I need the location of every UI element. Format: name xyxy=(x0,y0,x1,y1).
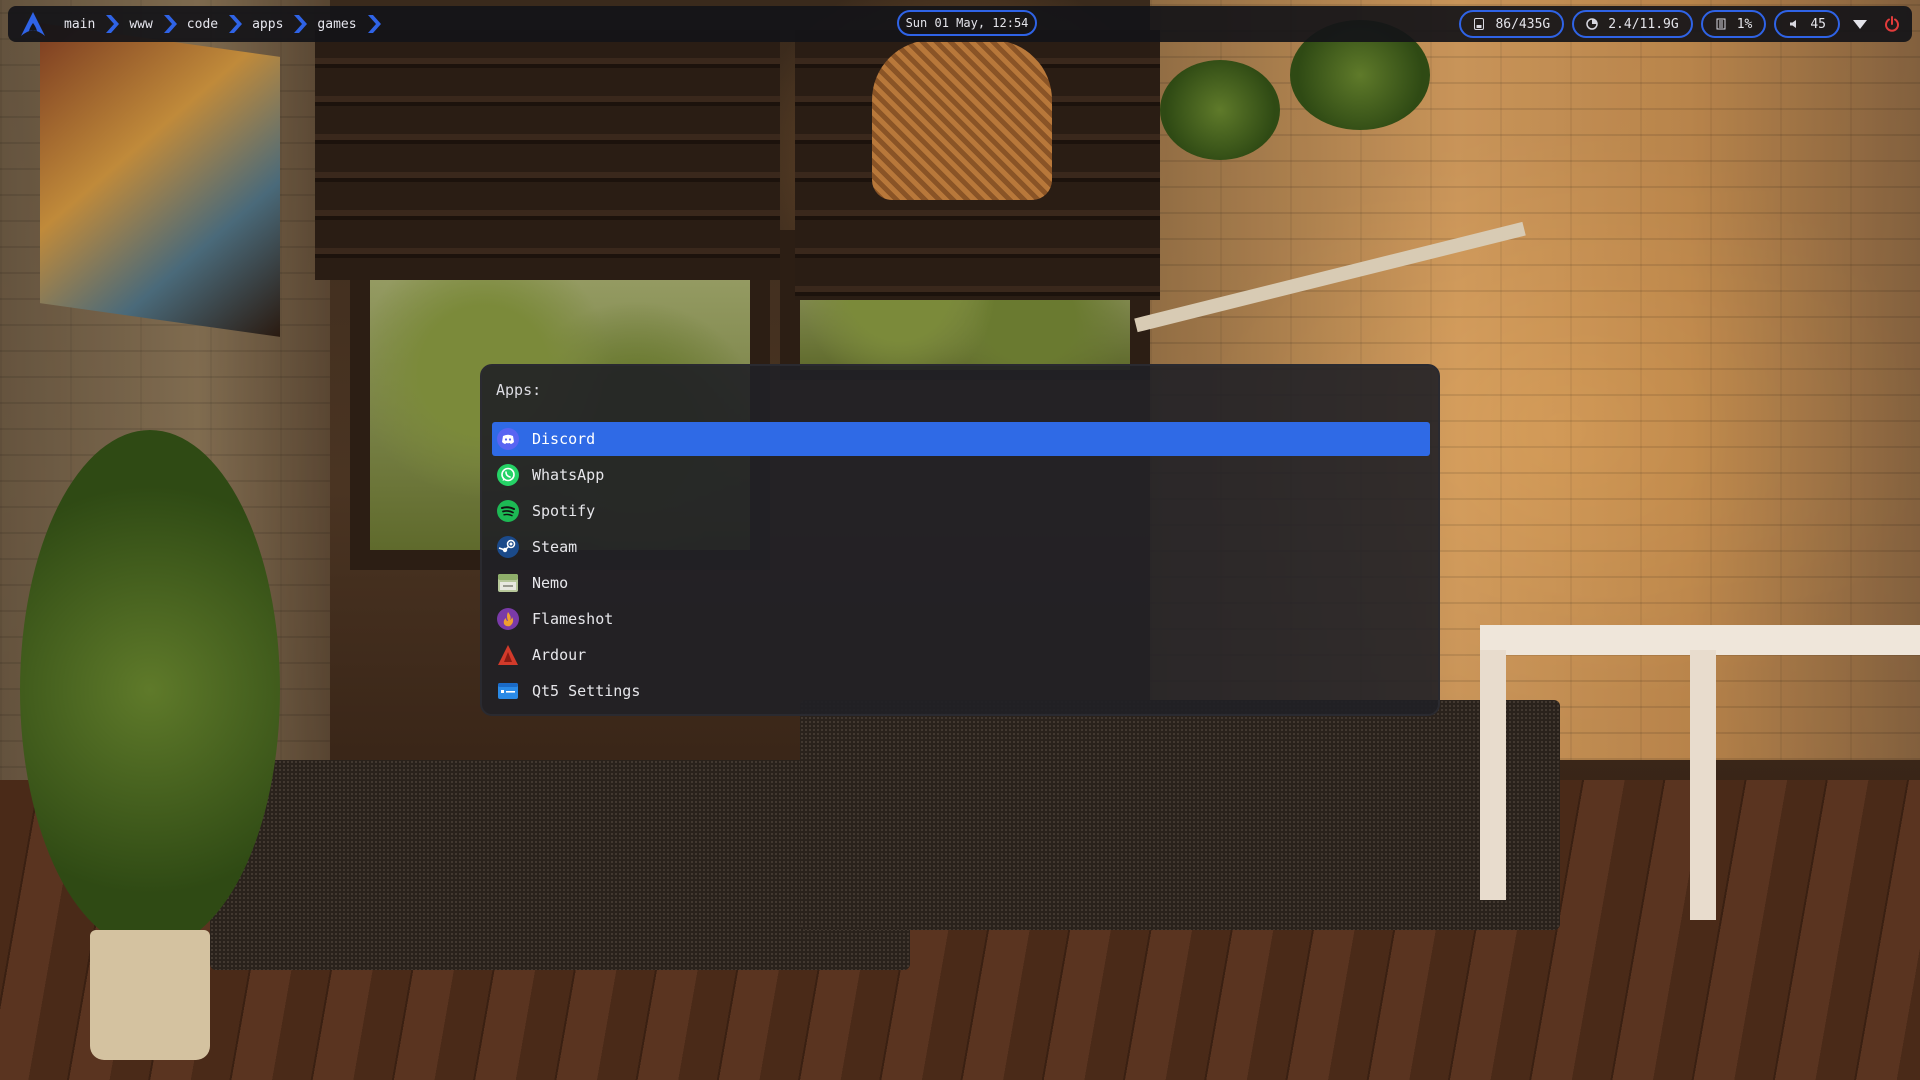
workspace-main[interactable]: main xyxy=(56,17,95,32)
wallpaper-lampshade xyxy=(872,40,1052,200)
workspace-apps[interactable]: apps xyxy=(244,17,283,32)
qt5-settings-icon xyxy=(496,679,520,703)
workspace-www[interactable]: www xyxy=(121,17,152,32)
app-label: Discord xyxy=(532,430,596,448)
disk-icon xyxy=(1473,18,1485,30)
memory-usage-text: 2.4/11.9G xyxy=(1608,16,1679,32)
steam-icon xyxy=(496,535,520,559)
wallpaper-painting xyxy=(40,23,280,337)
chevron-right-icon xyxy=(229,15,243,33)
clock-widget[interactable]: Sun 01 May, 12:54 xyxy=(897,10,1037,36)
workspace-games[interactable]: games xyxy=(309,17,356,32)
app-label: Nemo xyxy=(532,574,569,592)
whatsapp-icon xyxy=(496,463,520,487)
top-bar: main www code apps games Sun 01 May, 12:… xyxy=(8,6,1912,42)
volume-level-text: 45 xyxy=(1810,16,1826,32)
app-label: Qt5 Settings xyxy=(532,682,641,700)
app-item-steam[interactable]: Steam xyxy=(492,530,1430,564)
flameshot-icon xyxy=(496,607,520,631)
memory-usage-widget[interactable]: 2.4/11.9G xyxy=(1572,10,1693,38)
wallpaper-blind-left xyxy=(315,30,780,280)
chevron-right-icon xyxy=(163,15,177,33)
discord-icon xyxy=(496,427,520,451)
cpu-icon xyxy=(1715,18,1727,30)
app-label: Spotify xyxy=(532,502,596,520)
volume-widget[interactable]: 45 xyxy=(1774,10,1840,38)
tray-dropdown-icon[interactable] xyxy=(1848,12,1872,36)
launcher-prompt: Apps: xyxy=(496,381,542,399)
app-item-discord[interactable]: Discord xyxy=(492,422,1430,456)
speaker-icon xyxy=(1788,18,1800,30)
chevron-right-icon xyxy=(106,15,120,33)
app-item-whatsapp[interactable]: WhatsApp xyxy=(492,458,1430,492)
app-item-flameshot[interactable]: Flameshot xyxy=(492,602,1430,636)
spotify-icon xyxy=(496,499,520,523)
app-label: Ardour xyxy=(532,646,587,664)
memory-pie-icon xyxy=(1586,18,1598,30)
workspace-breadcrumb: main www code apps games xyxy=(56,13,383,35)
cpu-usage-text: 1% xyxy=(1736,16,1753,32)
app-item-spotify[interactable]: Spotify xyxy=(492,494,1430,528)
app-list: Discord WhatsApp Spotify Steam Nemo Flam… xyxy=(492,422,1430,710)
arch-linux-logo-icon[interactable] xyxy=(18,9,48,39)
chevron-right-icon xyxy=(367,15,381,33)
app-label: Steam xyxy=(532,538,578,556)
workspace-code[interactable]: code xyxy=(179,17,218,32)
app-item-ardour[interactable]: Ardour xyxy=(492,638,1430,672)
disk-usage-text: 86/435G xyxy=(1495,16,1551,32)
app-label: Flameshot xyxy=(532,610,614,628)
clock-text: Sun 01 May, 12:54 xyxy=(905,16,1029,30)
ardour-icon xyxy=(496,643,520,667)
app-item-qt5-settings[interactable]: Qt5 Settings xyxy=(492,674,1430,708)
disk-usage-widget[interactable]: 86/435G xyxy=(1459,10,1565,38)
chevron-right-icon xyxy=(294,15,308,33)
app-item-nemo[interactable]: Nemo xyxy=(492,566,1430,600)
nemo-file-manager-icon xyxy=(496,571,520,595)
app-launcher: Apps: Discord WhatsApp Spotify Steam Nem… xyxy=(480,364,1440,716)
power-icon[interactable] xyxy=(1880,12,1904,36)
cpu-usage-widget[interactable]: 1% xyxy=(1700,10,1767,38)
app-label: WhatsApp xyxy=(532,466,605,484)
